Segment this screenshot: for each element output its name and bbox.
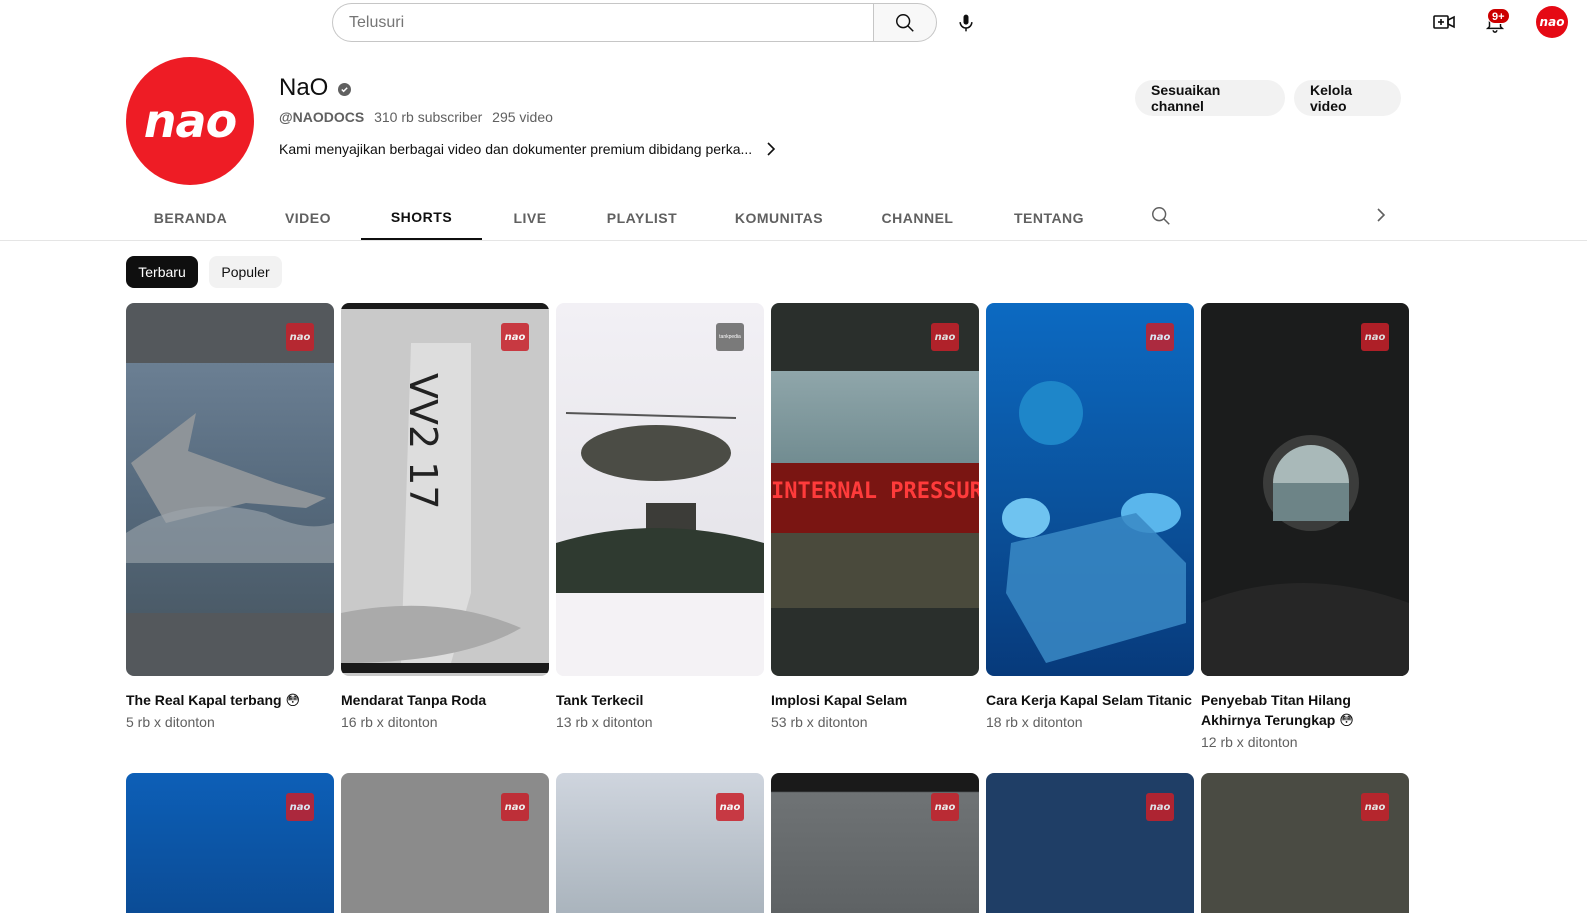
subscriber-count: 310 rb subscriber (374, 109, 483, 125)
short-item[interactable]: nao (986, 773, 1194, 913)
thumbnail-text: INTERNAL PRESSURE (771, 479, 979, 504)
channel-name: NaO (279, 74, 329, 101)
customize-channel-button[interactable]: Sesuaikan channel (1135, 80, 1285, 116)
create-button[interactable] (1424, 2, 1464, 42)
tab-playlist[interactable]: PLAYLIST (578, 195, 706, 241)
short-views: 16 rb x ditonton (341, 714, 438, 730)
top-bar: 9+ nao (0, 0, 1587, 44)
chevron-right-icon (1377, 208, 1386, 222)
short-thumbnail[interactable]: nao (341, 773, 549, 913)
short-item[interactable]: nao (556, 773, 764, 913)
search-box[interactable] (332, 3, 873, 42)
search-button[interactable] (873, 3, 937, 42)
short-thumbnail[interactable]: nao (771, 773, 979, 913)
short-item[interactable]: nao Penyebab Titan Hilang Akhirnya Terun… (1201, 303, 1409, 752)
short-item[interactable]: INTERNAL PRESSURE nao Implosi Kapal Sela… (771, 303, 979, 732)
short-thumbnail[interactable]: nao (1201, 773, 1409, 913)
tab-tentang[interactable]: TENTANG (983, 195, 1115, 241)
video-count: 295 video (492, 109, 553, 125)
short-title[interactable]: Penyebab Titan Hilang Akhirnya Terungkap… (1201, 690, 1409, 730)
short-thumbnail[interactable]: nao (126, 303, 334, 676)
tab-live[interactable]: LIVE (482, 195, 578, 241)
channel-avatar: nao (126, 57, 254, 185)
short-item[interactable]: tankpedia Tank Terkecil 13 rb x ditonton (556, 303, 764, 732)
watermark-logo: nao (286, 793, 314, 821)
chevron-right-icon (767, 142, 776, 156)
short-thumbnail[interactable]: INTERNAL PRESSURE nao (771, 303, 979, 676)
channel-tabs: BERANDA VIDEO SHORTS LIVE PLAYLIST KOMUN… (126, 195, 1115, 241)
search-icon (896, 13, 914, 32)
short-title[interactable]: Cara Kerja Kapal Selam Titanic (986, 690, 1194, 710)
short-thumbnail[interactable]: nao (1201, 303, 1409, 676)
short-thumbnail[interactable]: nao (986, 773, 1194, 913)
short-title[interactable]: Mendarat Tanpa Roda (341, 690, 549, 710)
short-item[interactable]: VV2 17 nao Mendarat Tanpa Roda 16 rb x d… (341, 303, 549, 732)
short-thumbnail[interactable]: nao (126, 773, 334, 913)
verified-icon (338, 83, 351, 96)
short-title[interactable]: The Real Kapal terbang 😳 (126, 690, 334, 710)
tab-komunitas[interactable]: KOMUNITAS (706, 195, 852, 241)
tab-shorts[interactable]: SHORTS (361, 195, 482, 241)
watermark-logo: nao (1361, 323, 1389, 351)
watermark-logo: nao (501, 323, 529, 351)
short-views: 53 rb x ditonton (771, 714, 868, 730)
channel-logo: nao (143, 94, 237, 148)
watermark-logo: nao (1146, 323, 1174, 351)
short-thumbnail[interactable]: VV2 17 nao (341, 303, 549, 676)
short-views: 13 rb x ditonton (556, 714, 653, 730)
short-item[interactable]: nao The Real Kapal terbang 😳 5 rb x dito… (126, 303, 334, 732)
create-video-icon (1433, 15, 1455, 29)
account-avatar[interactable]: nao (1536, 6, 1568, 38)
manage-videos-button[interactable]: Kelola video (1294, 80, 1401, 116)
search-input[interactable] (349, 13, 873, 32)
channel-description[interactable]: Kami menyajikan berbagai video dan dokum… (279, 141, 776, 157)
watermark-logo: nao (1361, 793, 1389, 821)
watermark-logo: nao (501, 793, 529, 821)
chip-populer[interactable]: Populer (209, 256, 282, 288)
short-views: 18 rb x ditonton (986, 714, 1083, 730)
short-thumbnail[interactable]: nao (556, 773, 764, 913)
short-title[interactable]: Tank Terkecil (556, 690, 764, 710)
tabs-next-button[interactable] (1375, 205, 1387, 230)
channel-meta: @NAODOCS 310 rb subscriber 295 video (279, 109, 559, 125)
watermark-logo: nao (716, 793, 744, 821)
watermark-logo: tankpedia (716, 323, 744, 351)
short-item[interactable]: nao Cara Kerja Kapal Selam Titanic 18 rb… (986, 303, 1194, 732)
channel-handle: @NAODOCS (279, 109, 365, 125)
short-item[interactable]: nao (771, 773, 979, 913)
short-views: 5 rb x ditonton (126, 714, 215, 730)
tab-video[interactable]: VIDEO (255, 195, 361, 241)
search-icon (1152, 207, 1170, 225)
tabs-divider (0, 240, 1587, 241)
chip-terbaru[interactable]: Terbaru (126, 256, 198, 288)
tab-beranda[interactable]: BERANDA (126, 195, 255, 241)
voice-search-button[interactable] (946, 3, 986, 43)
mic-icon (959, 14, 973, 32)
short-thumbnail[interactable]: nao (986, 303, 1194, 676)
short-thumbnail[interactable]: tankpedia (556, 303, 764, 676)
watermark-logo: nao (1146, 793, 1174, 821)
thumbnail-text: VV2 17 (401, 373, 445, 510)
short-title[interactable]: Implosi Kapal Selam (771, 690, 979, 710)
channel-description-text: Kami menyajikan berbagai video dan dokum… (279, 141, 753, 157)
short-views: 12 rb x ditonton (1201, 734, 1298, 750)
watermark-logo: nao (931, 793, 959, 821)
account-logo: nao (1539, 15, 1565, 29)
short-item[interactable]: nao (1201, 773, 1409, 913)
watermark-logo: nao (286, 323, 314, 351)
notification-badge: 9+ (1487, 8, 1510, 24)
short-item[interactable]: nao (341, 773, 549, 913)
tab-channel[interactable]: CHANNEL (852, 195, 983, 241)
channel-search-button[interactable] (1150, 205, 1172, 232)
short-item[interactable]: nao (126, 773, 334, 913)
watermark-logo: nao (931, 323, 959, 351)
